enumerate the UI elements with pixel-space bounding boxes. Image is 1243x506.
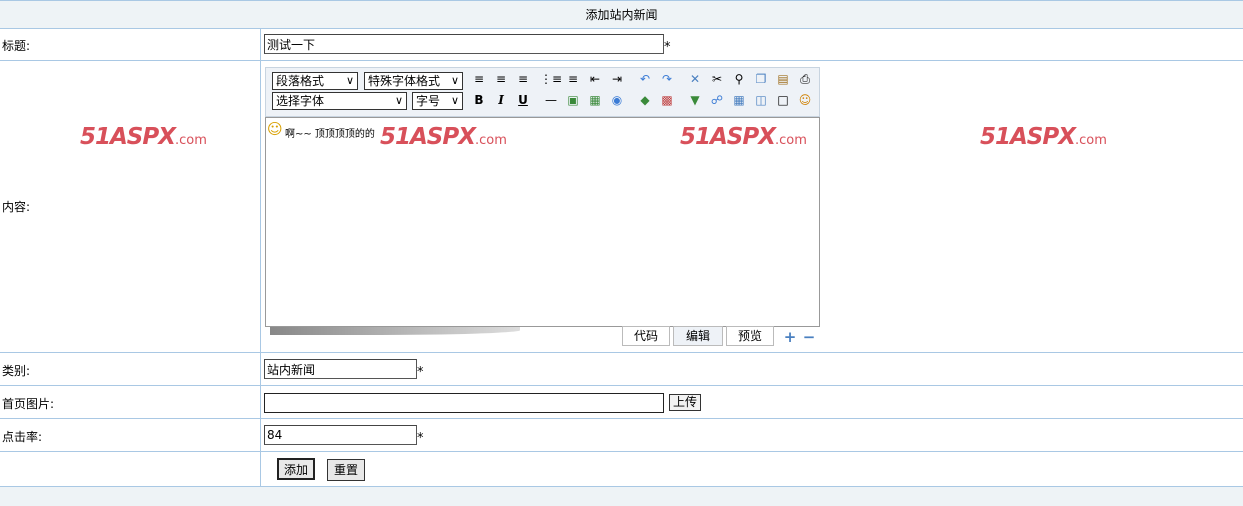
delete-icon[interactable]: ✕ — [687, 71, 703, 87]
align-right-icon[interactable]: ≡ — [515, 71, 531, 87]
chevron-down-icon: ∨ — [450, 74, 459, 87]
image-input[interactable] — [264, 393, 664, 413]
paragraph-format-select[interactable]: 段落格式 ∨ — [272, 72, 358, 90]
bold-icon[interactable]: B — [471, 92, 487, 108]
watermark-logo: 51ASPX.com — [380, 124, 507, 150]
add-button[interactable]: 添加 — [277, 458, 315, 480]
reset-button[interactable]: 重置 — [327, 459, 365, 481]
tab-code[interactable]: 代码 — [622, 326, 670, 346]
clicks-label: 点击率: — [2, 430, 43, 444]
special-char-icon[interactable]: □ — [775, 92, 791, 108]
category-row: 类别: — [0, 353, 1243, 386]
tab-preview[interactable]: 预览 — [726, 326, 774, 346]
shrink-editor-icon[interactable]: − — [801, 328, 817, 346]
paste-icon[interactable]: ▤ — [775, 71, 791, 87]
copy-icon[interactable]: ❐ — [753, 71, 769, 87]
table-icon[interactable]: ▦ — [731, 92, 747, 108]
color-grid-icon[interactable]: ▩ — [659, 92, 675, 108]
font-select[interactable]: 选择字体 ∨ — [272, 92, 407, 110]
expand-editor-icon[interactable]: + — [782, 328, 798, 346]
insert-image-icon[interactable]: ▦ — [587, 92, 603, 108]
indent-icon[interactable]: ⇥ — [609, 71, 625, 87]
chevron-down-icon: ∨ — [345, 74, 354, 87]
anchor-icon[interactable]: ◫ — [753, 92, 769, 108]
category-required-mark: * — [417, 365, 424, 380]
italic-icon[interactable]: I — [493, 92, 509, 108]
image-label: 首页图片: — [2, 397, 55, 411]
numbered-list-icon[interactable]: ≡ — [565, 71, 581, 87]
watermark-logo: 51ASPX.com — [680, 124, 807, 150]
chevron-down-icon: ∨ — [450, 94, 459, 107]
chevron-down-icon: ∨ — [394, 94, 403, 107]
save-icon[interactable]: ▼ — [687, 92, 703, 108]
category-input[interactable] — [264, 359, 417, 379]
insert-table-icon[interactable]: ▣ — [565, 92, 581, 108]
redo-icon[interactable]: ↷ — [659, 71, 675, 87]
outdent-icon[interactable]: ⇤ — [587, 71, 603, 87]
form-footer — [0, 487, 1243, 506]
page-title: 添加站内新闻 — [585, 8, 658, 22]
column-divider — [260, 29, 261, 487]
clicks-row: 点击率: — [0, 419, 1243, 452]
title-input[interactable] — [264, 34, 664, 54]
watermark-logo: 51ASPX.com — [80, 124, 207, 150]
cut-icon[interactable]: ✂ — [709, 71, 725, 87]
align-center-icon[interactable]: ≡ — [493, 71, 509, 87]
horizontal-rule-icon[interactable]: — — [543, 92, 559, 108]
editor-content-text: 啊~~ 顶顶顶顶的的 — [285, 129, 375, 140]
tab-edit[interactable]: 编辑 — [673, 326, 723, 346]
emoticon-icon[interactable]: ☺ — [797, 92, 813, 108]
buttons-row — [0, 452, 1243, 487]
underline-icon[interactable]: U — [515, 92, 531, 108]
print-icon[interactable]: ⎙ — [797, 71, 813, 87]
undo-icon[interactable]: ↶ — [637, 71, 653, 87]
title-label: 标题: — [2, 39, 31, 53]
link-icon[interactable]: ☍ — [709, 92, 725, 108]
find-icon[interactable]: ⚲ — [731, 71, 747, 87]
form-header: 添加站内新闻 — [0, 0, 1243, 29]
special-format-select[interactable]: 特殊字体格式 ∨ — [364, 72, 463, 90]
clicks-required-mark: * — [417, 431, 424, 446]
content-label: 内容: — [2, 200, 31, 214]
font-size-select[interactable]: 字号 ∨ — [412, 92, 463, 110]
watermark-logo: 51ASPX.com — [980, 124, 1107, 150]
align-left-icon[interactable]: ≡ — [471, 71, 487, 87]
smiley-icon: ☺ — [267, 120, 283, 138]
insert-media-icon[interactable]: ◉ — [609, 92, 625, 108]
title-required-mark: * — [664, 40, 671, 55]
category-label: 类别: — [2, 364, 31, 378]
clicks-input[interactable] — [264, 425, 417, 445]
upload-button[interactable]: 上传 — [669, 394, 701, 411]
bullet-list-icon[interactable]: ⋮≡ — [540, 71, 562, 87]
insert-flash-icon[interactable]: ◆ — [637, 92, 653, 108]
